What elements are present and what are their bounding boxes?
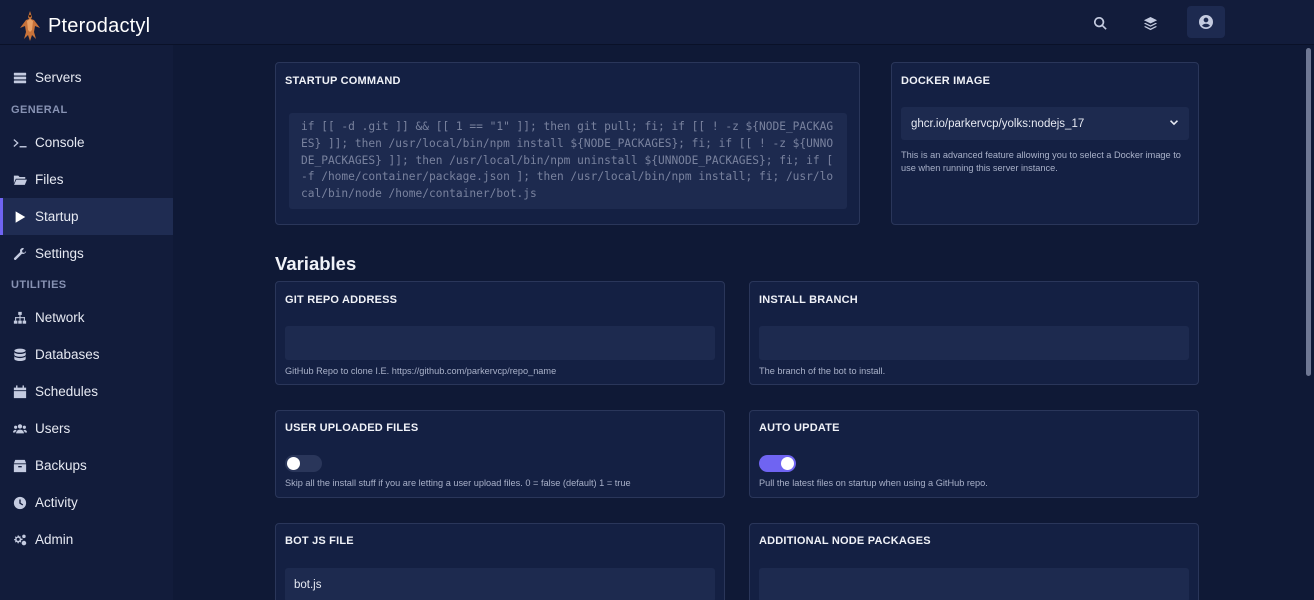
sidebar-item-databases[interactable]: Databases — [0, 336, 173, 373]
account-button[interactable] — [1187, 6, 1225, 38]
network-icon — [12, 310, 28, 326]
sidebar-item-network[interactable]: Network — [0, 299, 173, 336]
sidebar-item-console[interactable]: Console — [0, 124, 173, 161]
clock-icon — [12, 495, 28, 511]
sidebar-item-label: Startup — [35, 209, 79, 224]
sidebar-heading-utilities: UTILITIES — [11, 279, 67, 291]
layers-icon[interactable] — [1138, 11, 1162, 35]
toggle-knob — [287, 457, 300, 470]
variable-card-auto-update: AUTO UPDATE Pull the latest files on sta… — [749, 410, 1199, 498]
sidebar-item-label: Activity — [35, 495, 78, 510]
scrollbar-thumb[interactable] — [1306, 48, 1311, 376]
sidebar-item-label: Files — [35, 172, 64, 187]
startup-command-box: if [[ -d .git ]] && [[ 1 == "1" ]]; then… — [289, 113, 847, 209]
database-icon — [12, 347, 28, 363]
variable-description: The branch of the bot to install. — [759, 366, 886, 376]
top-bar: Pterodactyl — [0, 0, 1314, 45]
startup-command-card: STARTUP COMMAND if [[ -d .git ]] && [[ 1… — [275, 62, 860, 225]
folder-icon — [12, 172, 28, 188]
terminal-icon — [12, 135, 28, 151]
variable-title: BOT JS FILE — [285, 535, 354, 547]
sidebar-item-label: Admin — [35, 532, 74, 547]
calendar-icon — [12, 384, 28, 400]
sidebar-item-label: Users — [35, 421, 71, 436]
archive-icon — [12, 458, 28, 474]
variable-title: GIT REPO ADDRESS — [285, 294, 398, 306]
sidebar-item-startup[interactable]: Startup — [0, 198, 173, 235]
pterodactyl-logo-icon — [20, 11, 40, 41]
chevron-down-icon — [1169, 118, 1179, 128]
sidebar-item-label: Databases — [35, 347, 100, 362]
sidebar-item-files[interactable]: Files — [0, 161, 173, 198]
install-branch-input[interactable] — [759, 326, 1189, 360]
variable-card-user-uploaded-files: USER UPLOADED FILES Skip all the install… — [275, 410, 725, 498]
account-icon — [1199, 15, 1213, 29]
variable-title: INSTALL BRANCH — [759, 294, 858, 306]
sidebar-item-backups[interactable]: Backups — [0, 447, 173, 484]
variable-title: AUTO UPDATE — [759, 422, 840, 434]
sidebar-item-servers[interactable]: Servers — [0, 59, 173, 96]
variable-card-install-branch: INSTALL BRANCH The branch of the bot to … — [749, 281, 1199, 385]
variable-description: GitHub Repo to clone I.E. https://github… — [285, 366, 557, 376]
git-repo-input[interactable] — [285, 326, 715, 360]
cogs-icon — [12, 532, 28, 548]
sidebar-heading-general: GENERAL — [11, 104, 68, 116]
sidebar-item-activity[interactable]: Activity — [0, 484, 173, 521]
variable-title: USER UPLOADED FILES — [285, 422, 419, 434]
docker-image-title: DOCKER IMAGE — [901, 75, 991, 87]
app-name: Pterodactyl — [48, 14, 151, 37]
sidebar-item-label: Settings — [35, 246, 84, 261]
wrench-icon — [12, 246, 28, 262]
variable-description: Skip all the install stuff if you are le… — [285, 478, 631, 488]
variable-title: ADDITIONAL NODE PACKAGES — [759, 535, 931, 547]
variable-description: Pull the latest files on startup when us… — [759, 478, 988, 488]
variable-card-bot-js-file: BOT JS FILE — [275, 523, 725, 600]
sidebar-item-label: Schedules — [35, 384, 99, 399]
play-icon — [12, 209, 28, 225]
brand[interactable]: Pterodactyl — [18, 10, 150, 42]
variable-card-additional-node-packages: ADDITIONAL NODE PACKAGES — [749, 523, 1199, 600]
docker-image-value: ghcr.io/parkervcp/yolks:nodejs_17 — [911, 117, 1085, 130]
sidebar-item-label: Console — [35, 135, 85, 150]
user-uploaded-files-toggle[interactable] — [285, 455, 322, 472]
sidebar-item-schedules[interactable]: Schedules — [0, 373, 173, 410]
additional-node-packages-input[interactable] — [759, 568, 1189, 600]
users-icon — [12, 421, 28, 437]
startup-command-text: if [[ -d .git ]] && [[ 1 == "1" ]]; then… — [301, 120, 834, 201]
variables-heading: Variables — [275, 253, 357, 274]
docker-image-select[interactable]: ghcr.io/parkervcp/yolks:nodejs_17 — [901, 107, 1189, 140]
sidebar: Servers GENERAL Console Files Startup Se… — [0, 45, 173, 600]
sidebar-item-label: Backups — [35, 458, 87, 473]
docker-image-card: DOCKER IMAGE ghcr.io/parkervcp/yolks:nod… — [891, 62, 1199, 225]
docker-image-description: This is an advanced feature allowing you… — [901, 150, 1181, 173]
search-icon[interactable] — [1088, 11, 1112, 35]
variable-card-git-repo: GIT REPO ADDRESS GitHub Repo to clone I.… — [275, 281, 725, 385]
sidebar-item-label: Network — [35, 310, 85, 325]
auto-update-toggle[interactable] — [759, 455, 796, 472]
startup-command-title: STARTUP COMMAND — [285, 75, 401, 87]
bot-js-file-input[interactable] — [285, 568, 715, 600]
sidebar-item-admin[interactable]: Admin — [0, 521, 173, 558]
sidebar-item-label: Servers — [35, 70, 82, 85]
sidebar-item-settings[interactable]: Settings — [0, 235, 173, 272]
servers-icon — [12, 70, 28, 86]
toggle-knob — [781, 457, 794, 470]
sidebar-item-users[interactable]: Users — [0, 410, 173, 447]
